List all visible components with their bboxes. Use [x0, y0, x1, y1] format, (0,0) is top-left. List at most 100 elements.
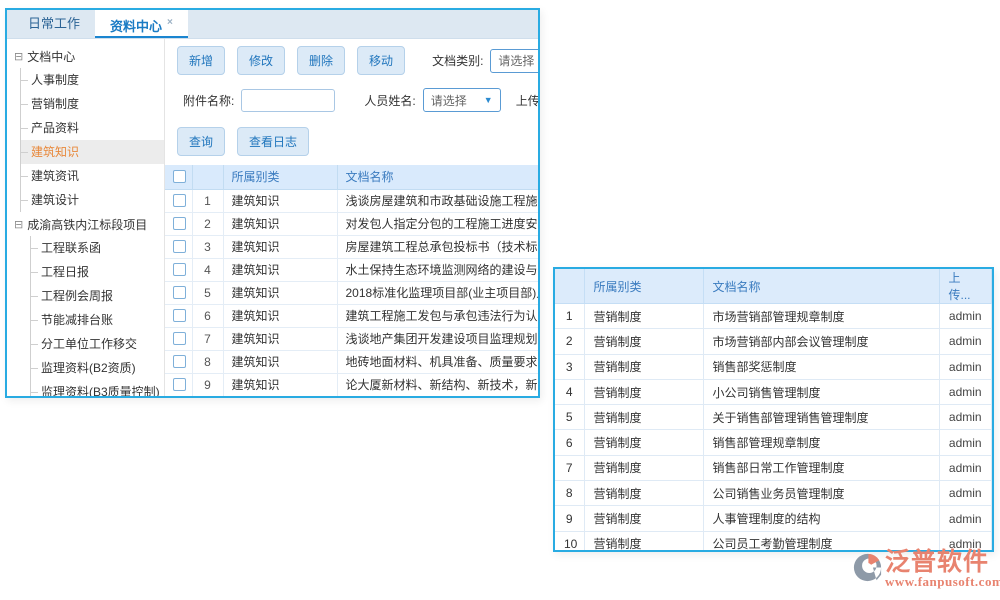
tree-item-supervision-b3[interactable]: 监理资料(B3质量控制)	[31, 380, 164, 396]
cell-category: 建筑知识	[223, 281, 337, 304]
table-row[interactable]: 4 营销制度 小公司销售管理制度 admin	[555, 379, 992, 404]
header-doc-name: 文档名称	[337, 165, 538, 189]
cell-category: 营销制度	[584, 430, 703, 455]
select-value: 请选择	[498, 52, 534, 69]
attachment-name-input[interactable]	[241, 89, 335, 112]
cell-uploader: admin	[939, 405, 992, 430]
table-row[interactable]: 7 营销制度 销售部日常工作管理制度 admin	[555, 455, 992, 480]
tab-daily-work[interactable]: 日常工作	[13, 10, 95, 38]
delete-button[interactable]: 删除	[297, 46, 345, 75]
cell-category: 营销制度	[584, 481, 703, 506]
modify-button[interactable]: 修改	[237, 46, 285, 75]
cell-category: 建筑知识	[223, 235, 337, 258]
document-list-panel: 新增 修改 删除 移动 文档类别: 请选择 ▼ 文档名称: 附件名称: 人员姓名…	[165, 39, 538, 396]
table-header-row: 所属别类 文档名称 上传...	[555, 269, 992, 304]
select-value: 请选择	[431, 92, 467, 109]
table-row[interactable]: 7 建筑知识 浅谈地产集团开发建设项目监理规划编...	[165, 327, 538, 350]
cell-doc-name: 水土保持生态环境监测网络的建设与资...	[337, 258, 538, 281]
marketing-documents-table: 所属别类 文档名称 上传... 1 营销制度 市场营销部管理规章制度 admin…	[555, 269, 992, 552]
collapse-icon[interactable]: ⊟	[14, 50, 23, 63]
table-row[interactable]: 9 营销制度 人事管理制度的结构 admin	[555, 506, 992, 531]
cell-doc-name: 对发包人指定分包的工程施工进度安排...	[337, 212, 538, 235]
table-row[interactable]: 3 营销制度 销售部奖惩制度 admin	[555, 354, 992, 379]
row-checkbox[interactable]	[173, 378, 186, 391]
view-log-button[interactable]: 查看日志	[237, 127, 309, 156]
row-checkbox[interactable]	[173, 217, 186, 230]
header-category: 所属别类	[584, 269, 703, 304]
row-checkbox[interactable]	[173, 332, 186, 345]
tab-bar: 日常工作 资料中心×	[7, 10, 538, 39]
cell-doc-name: 2018标准化监理项目部(业主项目部)人员...	[337, 281, 538, 304]
cell-category: 建筑知识	[223, 304, 337, 327]
tree-node-document-center[interactable]: ⊟ 文档中心	[7, 44, 164, 68]
row-checkbox[interactable]	[173, 286, 186, 299]
attachment-name-label: 附件名称:	[183, 92, 234, 109]
tree-item-weekly-meeting[interactable]: 工程例会周报	[31, 284, 164, 308]
cell-category: 建筑知识	[223, 212, 337, 235]
row-checkbox[interactable]	[173, 194, 186, 207]
cell-doc-name: 销售部管理规章制度	[703, 430, 939, 455]
table-row[interactable]: 2 建筑知识 对发包人指定分包的工程施工进度安排...	[165, 212, 538, 235]
doc-category-select[interactable]: 请选择 ▼	[490, 49, 538, 73]
table-row[interactable]: 6 建筑知识 建筑工程施工发包与承包违法行为认定...	[165, 304, 538, 327]
collapse-icon[interactable]: ⊟	[14, 218, 23, 231]
close-icon[interactable]: ×	[167, 17, 173, 28]
tree-item-product-docs[interactable]: 产品资料	[21, 116, 164, 140]
table-row[interactable]: 3 建筑知识 房屋建筑工程总承包投标书（技术标）...	[165, 235, 538, 258]
tree-item-work-transfer[interactable]: 分工单位工作移交	[31, 332, 164, 356]
cell-category: 建筑知识	[223, 258, 337, 281]
cell-doc-name: 论大厦新材料、新结构、新技术，新工...	[337, 373, 538, 396]
cell-doc-name: 销售部奖惩制度	[703, 354, 939, 379]
table-row[interactable]: 6 营销制度 销售部管理规章制度 admin	[555, 430, 992, 455]
tree-item-supervision-b2[interactable]: 监理资料(B2资质)	[31, 356, 164, 380]
table-row[interactable]: 5 营销制度 关于销售部管理销售管理制度 admin	[555, 405, 992, 430]
row-checkbox[interactable]	[173, 355, 186, 368]
move-button[interactable]: 移动	[357, 46, 405, 75]
cell-doc-name: 小公司销售管理制度	[703, 379, 939, 404]
cell-doc-name: 市场营销部内部会议管理制度	[703, 329, 939, 354]
doc-category-label: 文档类别:	[432, 52, 483, 69]
cell-category: 建筑知识	[223, 350, 337, 373]
cell-category: 营销制度	[584, 531, 703, 552]
table-row[interactable]: 8 营销制度 公司销售业务员管理制度 admin	[555, 481, 992, 506]
row-checkbox[interactable]	[173, 240, 186, 253]
cell-category: 建筑知识	[223, 189, 337, 212]
row-checkbox[interactable]	[173, 309, 186, 322]
tree-item-construction-knowledge[interactable]: 建筑知识	[21, 140, 164, 164]
select-all-checkbox[interactable]	[173, 170, 186, 183]
cell-category: 营销制度	[584, 405, 703, 430]
table-row[interactable]: 5 建筑知识 2018标准化监理项目部(业主项目部)人员...	[165, 281, 538, 304]
table-row[interactable]: 2 营销制度 市场营销部内部会议管理制度 admin	[555, 329, 992, 354]
tree-item-construction-news[interactable]: 建筑资讯	[21, 164, 164, 188]
cell-doc-name: 关于销售部管理销售管理制度	[703, 405, 939, 430]
chevron-down-icon: ▼	[484, 95, 493, 105]
marketing-documents-window: 所属别类 文档名称 上传... 1 营销制度 市场营销部管理规章制度 admin…	[553, 267, 994, 552]
table-row[interactable]: 1 营销制度 市场营销部管理规章制度 admin	[555, 304, 992, 329]
row-checkbox[interactable]	[173, 263, 186, 276]
document-center-window: 日常工作 资料中心× ⊟ 文档中心 人事制度 营销制度 产品资料 建筑知识 建筑…	[5, 8, 540, 398]
table-row[interactable]: 1 建筑知识 浅谈房屋建筑和市政基础设施工程施工...	[165, 189, 538, 212]
tree-node-chengyu-project[interactable]: ⊟ 成渝高铁内江标段项目	[7, 212, 164, 236]
table-row[interactable]: 8 建筑知识 地砖地面材料、机具准备、质量要求及...	[165, 350, 538, 373]
tree-item-daily-report[interactable]: 工程日报	[31, 260, 164, 284]
cell-doc-name: 销售部日常工作管理制度	[703, 455, 939, 480]
table-row[interactable]: 9 建筑知识 论大厦新材料、新结构、新技术，新工...	[165, 373, 538, 396]
person-name-select[interactable]: 请选择 ▼	[423, 88, 501, 112]
logo-name: 泛普软件	[885, 549, 1000, 575]
table-row[interactable]: 4 建筑知识 水土保持生态环境监测网络的建设与资...	[165, 258, 538, 281]
tab-data-center[interactable]: 资料中心×	[95, 9, 188, 38]
tree-item-marketing-policy[interactable]: 营销制度	[21, 92, 164, 116]
cell-category: 营销制度	[584, 506, 703, 531]
tree-item-construction-design[interactable]: 建筑设计	[21, 188, 164, 212]
tree-item-contact-letter[interactable]: 工程联系函	[31, 236, 164, 260]
add-button[interactable]: 新增	[177, 46, 225, 75]
cell-uploader: admin	[939, 304, 992, 329]
tree-item-hr-policy[interactable]: 人事制度	[21, 68, 164, 92]
tree-item-energy-ledger[interactable]: 节能减排台账	[31, 308, 164, 332]
cell-category: 营销制度	[584, 455, 703, 480]
cell-doc-name: 市场营销部管理规章制度	[703, 304, 939, 329]
query-button[interactable]: 查询	[177, 127, 225, 156]
cell-uploader: admin	[939, 430, 992, 455]
cell-doc-name: 浅谈地产集团开发建设项目监理规划编...	[337, 327, 538, 350]
header-uploader: 上传...	[939, 269, 992, 304]
